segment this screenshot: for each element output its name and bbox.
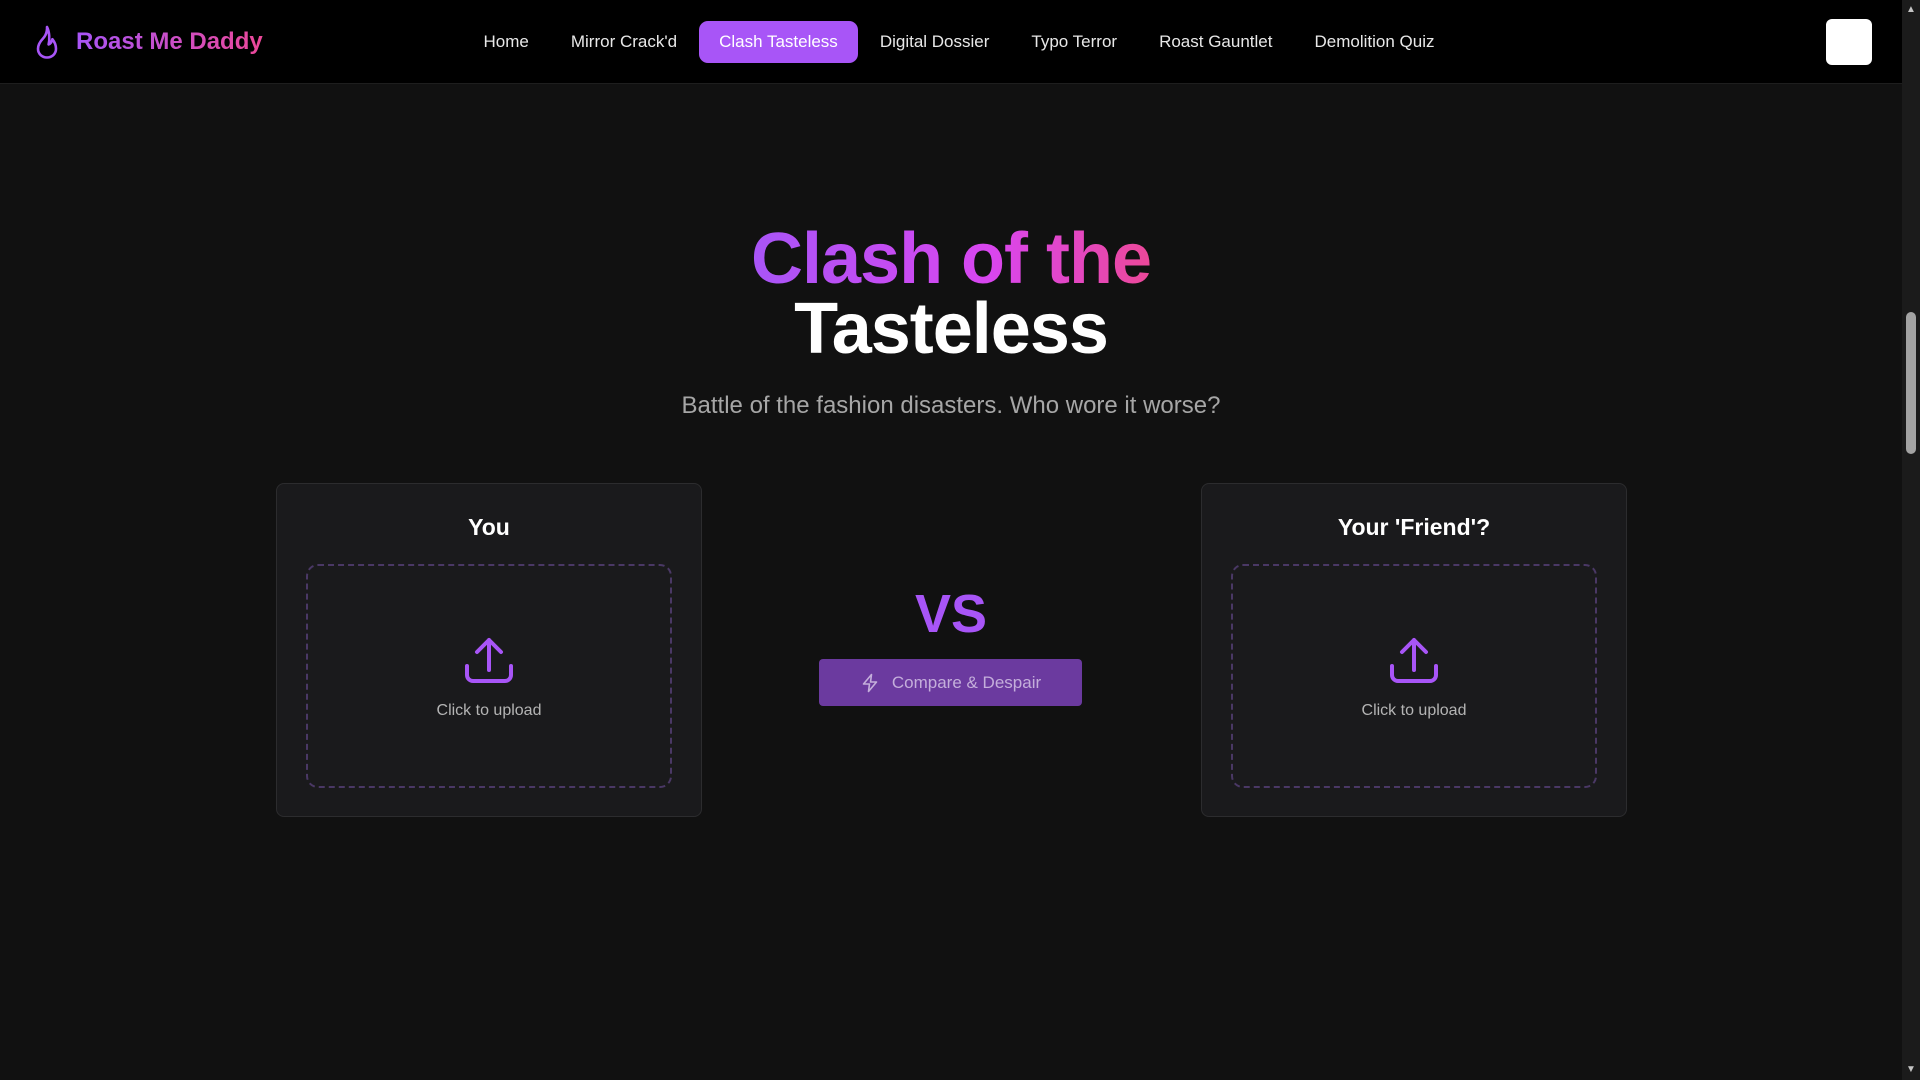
page: Roast Me Daddy Home Mirror Crack'd Clash… xyxy=(0,0,1920,1080)
compare-button[interactable]: Compare & Despair xyxy=(819,659,1082,706)
vs-label: VS xyxy=(914,584,988,644)
nav-item-typo-terror[interactable]: Typo Terror xyxy=(1011,21,1137,63)
scrollbar-thumb[interactable] xyxy=(1906,312,1916,454)
main-nav: Home Mirror Crack'd Clash Tasteless Digi… xyxy=(0,21,1902,63)
title-line-1: Clash of the xyxy=(750,219,1152,299)
nav-item-demolition-quiz[interactable]: Demolition Quiz xyxy=(1294,21,1454,63)
compare-button-label: Compare & Despair xyxy=(891,672,1042,692)
top-navbar: Roast Me Daddy Home Mirror Crack'd Clash… xyxy=(0,0,1902,84)
nav-item-roast-gauntlet[interactable]: Roast Gauntlet xyxy=(1139,21,1292,63)
card-title-friend: Your 'Friend'? xyxy=(1337,514,1491,540)
upload-icon xyxy=(1390,638,1438,683)
upload-dropzone-you[interactable]: Click to upload xyxy=(306,564,672,788)
menu-button[interactable] xyxy=(1826,19,1872,65)
upload-card-friend: Your 'Friend'? Click to upload xyxy=(1201,483,1627,817)
page-subtitle: Battle of the fashion disasters. Who wor… xyxy=(681,392,1221,419)
upload-card-you: You Click to upload xyxy=(276,483,702,817)
title-line-2: Tasteless xyxy=(794,289,1109,369)
nav-item-digital-dossier[interactable]: Digital Dossier xyxy=(860,21,1010,63)
vertical-scrollbar[interactable]: ▲ ▼ xyxy=(1902,0,1920,1080)
page-title: Clash of the Tasteless xyxy=(0,219,1902,369)
bolt-icon xyxy=(862,673,878,692)
nav-item-clash-tasteless[interactable]: Clash Tasteless xyxy=(699,21,858,63)
upload-icon xyxy=(465,638,513,683)
nav-item-mirror-crackd[interactable]: Mirror Crack'd xyxy=(551,21,697,63)
card-title-you: You xyxy=(468,514,510,540)
nav-item-home[interactable]: Home xyxy=(464,21,549,63)
upload-dropzone-friend[interactable]: Click to upload xyxy=(1231,564,1597,788)
upload-label-you: Click to upload xyxy=(436,702,542,719)
scroll-down-arrow-icon[interactable]: ▼ xyxy=(1905,1064,1917,1076)
scroll-up-arrow-icon[interactable]: ▲ xyxy=(1905,4,1917,16)
upload-label-friend: Click to upload xyxy=(1361,702,1467,719)
